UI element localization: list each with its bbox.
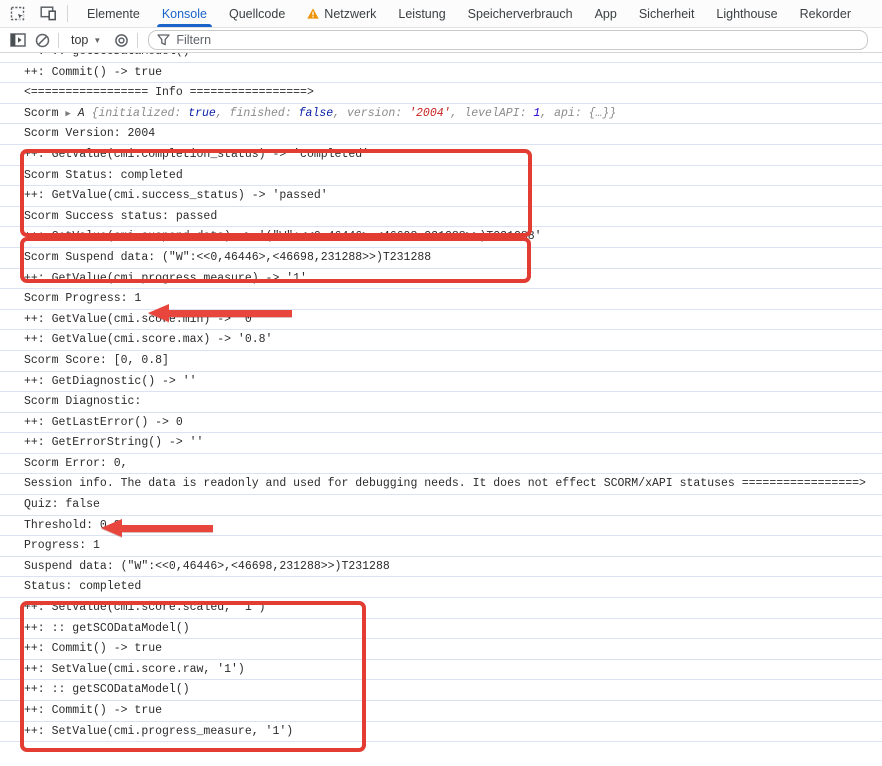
tab-label: Elemente <box>87 7 140 21</box>
console-line: Scorm Error: 0, <box>0 454 882 475</box>
warning-icon <box>307 8 319 19</box>
console-token-key: levelAPI <box>464 107 519 120</box>
console-token-preview: } <box>609 107 616 120</box>
console-token-preview: , <box>451 107 465 120</box>
console-line: ++: GetErrorString() -> '' <box>0 433 882 454</box>
console-line: ++: :: getSCODataModel() <box>0 53 882 63</box>
console-line: Scorm Version: 2004 <box>0 124 882 145</box>
console-line: ++: GetValue(cmi.suspend_data) -> '("W":… <box>0 227 882 248</box>
console-line: Scorm Success status: passed <box>0 207 882 228</box>
console-line: Scorm Progress: 1 <box>0 289 882 310</box>
console-line: ++: Commit() -> true <box>0 63 882 84</box>
chevron-down-icon: ▼ <box>93 36 101 45</box>
tab-elemente[interactable]: Elemente <box>76 0 151 27</box>
toolbar-separator <box>58 33 59 48</box>
clear-console-icon[interactable] <box>30 29 54 51</box>
console-token-key: api <box>554 107 575 120</box>
tab-label: Quellcode <box>229 7 285 21</box>
tabbar-icon-group <box>0 0 67 27</box>
context-selector-label: top <box>71 33 88 47</box>
console-line: ++: SetValue(cmi.progress_measure, '1') <box>0 722 882 743</box>
console-filter-input[interactable]: Filtern <box>148 30 868 50</box>
console-line: ++: GetLastError() -> 0 <box>0 413 882 434</box>
console-token-key: finished <box>230 107 285 120</box>
console-line: Threshold: 0.8 <box>0 516 882 537</box>
console-token-preview: : <box>285 107 299 120</box>
console-line: ++: GetValue(cmi.completion_status) -> '… <box>0 145 882 166</box>
live-expression-eye-icon[interactable] <box>109 29 133 51</box>
context-selector[interactable]: top ▼ <box>63 33 109 47</box>
tab-label: Netzwerk <box>324 7 376 21</box>
console-toolbar: top ▼ Filtern <box>0 28 882 53</box>
devtools-tabbar: Elemente Konsole Quellcode Netzwerk Leistung… <box>0 0 882 28</box>
console-token-key: version <box>347 107 395 120</box>
console-line: Scorm Score: [0, 0.8] <box>0 351 882 372</box>
console-token-preview: : <box>174 107 188 120</box>
tab-label: Sicherheit <box>639 7 695 21</box>
inspect-element-icon[interactable] <box>5 2 31 26</box>
console-sidebar-icon[interactable] <box>6 29 30 51</box>
tab-konsole[interactable]: Konsole <box>151 0 218 27</box>
tab-sicherheit[interactable]: Sicherheit <box>628 0 706 27</box>
toolbar-separator <box>67 5 68 22</box>
tab-app[interactable]: App <box>584 0 628 27</box>
tab-lighthouse[interactable]: Lighthouse <box>705 0 788 27</box>
console-line: ++: SetValue(cmi.score.scaled, '1') <box>0 598 882 619</box>
console-line: ++: GetValue(cmi.progress_measure) -> '1… <box>0 269 882 290</box>
console-line: Progress: 1 <box>0 536 882 557</box>
devtools-window: Elemente Konsole Quellcode Netzwerk Leistung… <box>0 0 882 766</box>
console-line: ++: Commit() -> true <box>0 701 882 722</box>
console-log[interactable]: ++: :: getSCODataModel()++: Commit() -> … <box>0 53 882 766</box>
console-token-preview: , <box>216 107 230 120</box>
console-line: ++: GetValue(cmi.score.min) -> '0' <box>0 310 882 331</box>
console-line: ++: GetValue(cmi.score.max) -> '0.8' <box>0 330 882 351</box>
tab-label: Konsole <box>162 7 207 21</box>
console-line: <================= Info ================… <box>0 83 882 104</box>
tab-label: Leistung <box>398 7 445 21</box>
console-line: Scorm Suspend data: ("W":<<0,46446>,<466… <box>0 248 882 269</box>
tab-label: App <box>595 7 617 21</box>
tab-netzwerk[interactable]: Netzwerk <box>296 0 387 27</box>
console-token-bool: true <box>188 107 216 120</box>
console-line: ++: GetDiagnostic() -> '' <box>0 372 882 393</box>
console-token-bool: false <box>299 107 334 120</box>
console-token-string: '2004' <box>409 107 450 120</box>
console-line: ++: Commit() -> true <box>0 639 882 660</box>
tab-quellcode[interactable]: Quellcode <box>218 0 296 27</box>
tab-label: Speicherverbrauch <box>468 7 573 21</box>
console-line: ++: SetValue(cmi.score.raw, '1') <box>0 660 882 681</box>
console-token-preview: {…} <box>589 107 610 120</box>
console-token-preview: , <box>333 107 347 120</box>
toolbar-separator <box>137 33 138 48</box>
console-token-preview: : <box>575 107 589 120</box>
filter-placeholder: Filtern <box>176 33 211 47</box>
console-token-preview: , <box>540 107 554 120</box>
tab-rekorder[interactable]: Rekorder <box>789 0 862 27</box>
console-line: Quiz: false <box>0 495 882 516</box>
console-token-preview: : <box>520 107 534 120</box>
tab-leistung[interactable]: Leistung <box>387 0 456 27</box>
filter-funnel-icon <box>157 34 170 46</box>
tab-speicherverbrauch[interactable]: Speicherverbrauch <box>457 0 584 27</box>
tab-label: Rekorder <box>800 7 851 21</box>
console-line: Scorm Diagnostic: <box>0 392 882 413</box>
console-line: Session info. The data is readonly and u… <box>0 474 882 495</box>
console-token-class: A <box>78 107 92 120</box>
console-line: Scorm Status: completed <box>0 166 882 187</box>
console-token-plain: Scorm <box>24 107 65 120</box>
console-line: ++: :: getSCODataModel() <box>0 619 882 640</box>
devtools-tabs: Elemente Konsole Quellcode Netzwerk Leistung… <box>76 0 862 27</box>
console-line: Suspend data: ("W":<<0,46446>,<46698,231… <box>0 557 882 578</box>
console-line: ++: GetValue(cmi.success_status) -> 'pas… <box>0 186 882 207</box>
console-token-preview: : <box>395 107 409 120</box>
console-line: ++: :: getSCODataModel() <box>0 680 882 701</box>
console-token-plain <box>71 107 78 120</box>
console-token-key: initialized <box>98 107 174 120</box>
console-line: Scorm ▶ A {initialized: true, finished: … <box>0 104 882 125</box>
tab-label: Lighthouse <box>716 7 777 21</box>
device-toolbar-icon[interactable] <box>35 2 61 26</box>
console-line: Status: completed <box>0 577 882 598</box>
